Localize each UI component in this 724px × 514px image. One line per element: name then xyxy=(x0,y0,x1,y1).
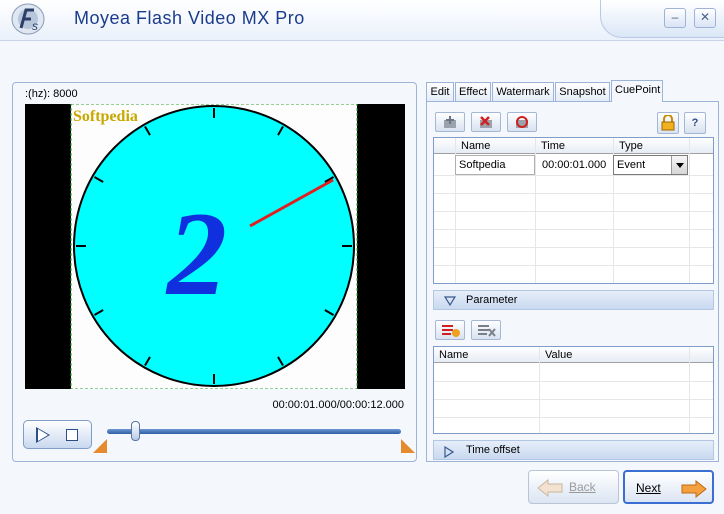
app-logo-icon: s xyxy=(11,3,45,35)
sample-rate-label: :(hz): 8000 xyxy=(25,88,78,100)
cue-type-value: Event xyxy=(617,159,646,171)
seek-thumb[interactable] xyxy=(130,421,140,441)
next-button[interactable]: Next xyxy=(623,470,714,504)
parameter-section-label: Parameter xyxy=(466,294,518,306)
lock-icon xyxy=(661,115,675,131)
mark-in-marker[interactable] xyxy=(93,439,107,453)
app-title: Moyea Flash Video MX Pro xyxy=(74,8,305,28)
remove-parameter-button[interactable] xyxy=(471,320,501,340)
cue-name-cell[interactable]: Softpedia xyxy=(455,155,535,175)
add-cuepoint-button[interactable] xyxy=(435,112,465,132)
mark-out-marker[interactable] xyxy=(401,439,415,453)
clock-digit: 2 xyxy=(165,187,227,320)
back-arrow-icon xyxy=(537,479,563,497)
seek-bar[interactable] xyxy=(107,429,401,434)
lock-button[interactable] xyxy=(657,112,679,134)
title-divider xyxy=(0,40,724,41)
delete-cuepoint-icon xyxy=(480,116,492,128)
add-parameter-button[interactable] xyxy=(435,320,465,340)
remove-parameter-icon xyxy=(478,325,496,337)
col-name[interactable]: Name xyxy=(456,138,536,154)
tab-watermark[interactable]: Watermark xyxy=(492,82,554,102)
svg-text:s: s xyxy=(32,19,38,33)
close-button[interactable]: ✕ xyxy=(694,8,716,28)
expand-triangle-icon xyxy=(444,446,454,458)
play-icon[interactable] xyxy=(36,427,50,443)
watermark-text: Softpedia xyxy=(73,108,138,125)
time-offset-section-header[interactable]: Time offset xyxy=(433,440,714,460)
clear-cuepoints-icon xyxy=(516,116,528,128)
back-button[interactable]: Back xyxy=(528,470,619,504)
help-button[interactable]: ? xyxy=(684,112,706,134)
parameter-section-header[interactable]: Parameter xyxy=(433,290,714,310)
clock-preview-image: Softpedia 2 xyxy=(25,104,405,389)
delete-cuepoint-button[interactable] xyxy=(471,112,501,132)
stop-icon[interactable] xyxy=(66,429,78,441)
cue-time-cell[interactable]: 00:00:01.000 xyxy=(535,155,613,175)
clear-cuepoints-button[interactable] xyxy=(507,112,537,132)
parameter-table: Name Value xyxy=(433,346,714,434)
transport-controls xyxy=(23,420,92,449)
add-cuepoint-icon xyxy=(444,116,456,128)
header-spacer xyxy=(434,138,456,154)
cuepoint-panel: ? Name Time Type Softpedia 00:00:01.000 … xyxy=(426,101,719,462)
timecode: 00:00:01.000/00:00:12.000 xyxy=(272,399,404,411)
title-bar: s Moyea Flash Video MX Pro – ✕ xyxy=(0,0,724,40)
cuepoint-table: Name Time Type Softpedia 00:00:01.000 Ev… xyxy=(433,137,714,284)
param-col-value[interactable]: Value xyxy=(540,347,690,363)
param-col-name[interactable]: Name xyxy=(434,347,540,363)
collapse-triangle-icon xyxy=(444,296,456,306)
add-parameter-icon xyxy=(442,325,460,337)
tab-snapshot[interactable]: Snapshot xyxy=(555,82,610,102)
video-preview: Softpedia 2 xyxy=(25,104,405,389)
tab-effect[interactable]: Effect xyxy=(455,82,491,102)
parameter-table-header: Name Value xyxy=(434,347,713,363)
minimize-button[interactable]: – xyxy=(664,8,686,28)
next-arrow-icon xyxy=(681,480,707,498)
time-offset-section-label: Time offset xyxy=(466,444,520,456)
back-label: Back xyxy=(569,480,596,494)
cue-type-select[interactable]: Event xyxy=(613,155,688,175)
tab-edit[interactable]: Edit xyxy=(426,82,454,102)
tab-cuepoint[interactable]: CuePoint xyxy=(611,80,663,102)
chevron-down-icon[interactable] xyxy=(671,156,687,174)
next-label: Next xyxy=(636,481,661,495)
col-time[interactable]: Time xyxy=(536,138,614,154)
cuepoint-table-header: Name Time Type xyxy=(434,138,713,154)
preview-panel: :(hz): 8000 Softpedia 2 00:00:01.000/00:… xyxy=(12,82,417,462)
col-type[interactable]: Type xyxy=(614,138,690,154)
